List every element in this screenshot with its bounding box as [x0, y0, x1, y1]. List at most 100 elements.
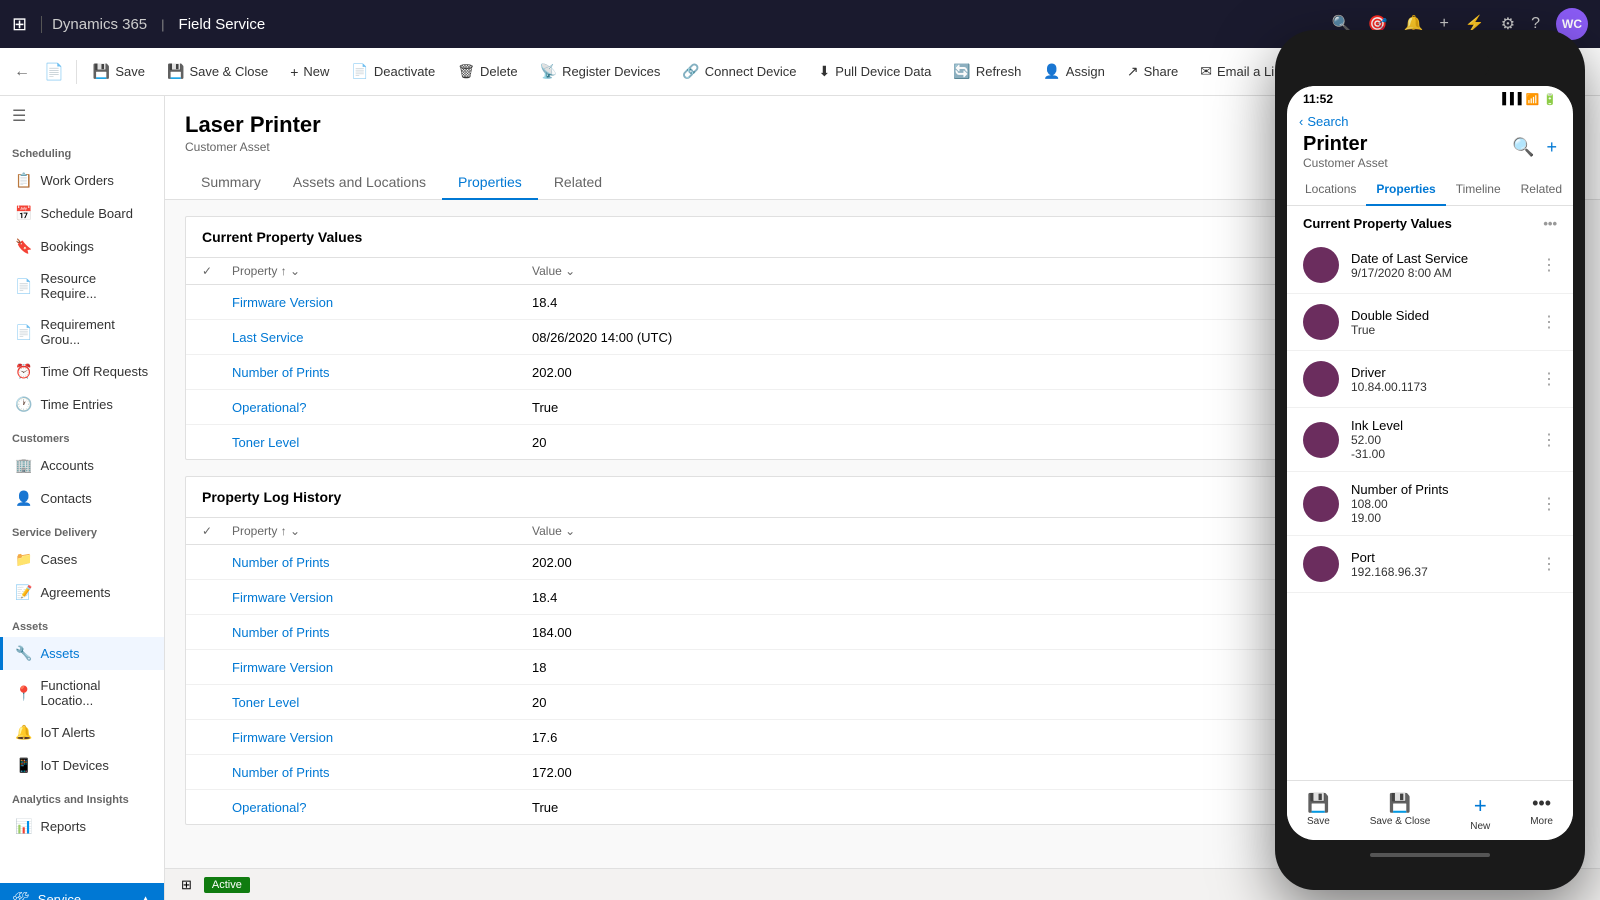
deactivate-button[interactable]: 📄 Deactivate: [341, 57, 445, 86]
phone-save-button[interactable]: 💾 Save: [1297, 789, 1340, 836]
sidebar-item-bookings[interactable]: 🔖Bookings: [0, 230, 164, 263]
sidebar-item-iot-devices[interactable]: 📱IoT Devices: [0, 749, 164, 782]
phone-status-icons: ▐▐▐ 📶 🔋: [1498, 93, 1557, 106]
sidebar-item-time-off[interactable]: ⏰Time Off Requests: [0, 355, 164, 388]
time-off-icon: ⏰: [15, 363, 32, 380]
phone-home-bar: [1287, 840, 1573, 870]
phone-prop-menu-icon[interactable]: ⋮: [1541, 430, 1557, 450]
phone-prop-menu-icon[interactable]: ⋮: [1541, 494, 1557, 514]
log-firmware-2-value: 18: [532, 660, 1383, 675]
deactivate-icon: 📄: [351, 63, 368, 80]
phone-notch: [1370, 50, 1490, 78]
phone-prop-item: Driver 10.84.00.1173 ⋮: [1287, 351, 1573, 408]
log-num-prints-2-link[interactable]: Number of Prints: [232, 625, 532, 640]
phone-title: Printer: [1303, 133, 1388, 156]
save-close-button[interactable]: 💾 Save & Close: [157, 57, 278, 86]
phone-tab-locations[interactable]: Locations: [1295, 174, 1366, 206]
page-icon-button[interactable]: 📄: [38, 56, 70, 88]
firmware-version-link[interactable]: Firmware Version: [232, 295, 532, 310]
back-button[interactable]: ←: [8, 57, 36, 87]
separator: [76, 60, 77, 84]
log-num-prints-1-value: 202.00: [532, 555, 1383, 570]
sidebar-item-agreements[interactable]: 📝Agreements: [0, 576, 164, 609]
connect-device-button[interactable]: 🔗 Connect Device: [672, 57, 806, 86]
operational-link[interactable]: Operational?: [232, 400, 532, 415]
checkbox-col: ✓: [202, 264, 232, 278]
phone-add-icon[interactable]: +: [1546, 137, 1557, 158]
tab-assets-locations[interactable]: Assets and Locations: [277, 166, 442, 200]
phone-more-icon: •••: [1532, 793, 1551, 814]
phone-section-menu[interactable]: •••: [1543, 216, 1557, 231]
refresh-button[interactable]: 🔄 Refresh: [943, 57, 1031, 86]
phone-save-close-icon: 💾: [1389, 793, 1411, 814]
connect-icon: 🔗: [682, 63, 699, 80]
phone-prop-dot: [1303, 422, 1339, 458]
phone-status-bar: 11:52 ▐▐▐ 📶 🔋: [1287, 86, 1573, 110]
phone-tab-timeline[interactable]: Timeline: [1446, 174, 1511, 206]
phone-prop-menu-icon[interactable]: ⋮: [1541, 255, 1557, 275]
save-button[interactable]: 💾 Save: [83, 57, 155, 86]
log-toner-link[interactable]: Toner Level: [232, 695, 532, 710]
phone-search-icon[interactable]: 🔍: [1512, 137, 1534, 158]
last-service-link[interactable]: Last Service: [232, 330, 532, 345]
phone-prop-menu-icon[interactable]: ⋮: [1541, 554, 1557, 574]
tab-properties[interactable]: Properties: [442, 166, 538, 200]
log-value-col-header[interactable]: Value ⌄: [532, 524, 1383, 538]
phone-prop-dot: [1303, 304, 1339, 340]
sidebar-item-reports[interactable]: 📊Reports: [0, 810, 164, 843]
log-firmware-3-link[interactable]: Firmware Version: [232, 730, 532, 745]
toner-link[interactable]: Toner Level: [232, 435, 532, 450]
accounts-icon: 🏢: [15, 457, 32, 474]
assets-icon: 🔧: [15, 645, 32, 662]
delete-button[interactable]: 🗑 Delete: [447, 57, 527, 86]
phone-prop-item: Port 192.168.96.37 ⋮: [1287, 536, 1573, 593]
sidebar-item-assets[interactable]: 🔧Assets: [0, 637, 164, 670]
phone-prop-dot: [1303, 486, 1339, 522]
phone-prop-content: Port 192.168.96.37: [1351, 550, 1529, 579]
work-orders-icon: 📋: [15, 172, 32, 189]
waffle-icon[interactable]: ⊞: [12, 14, 27, 35]
sidebar-item-accounts[interactable]: 🏢Accounts: [0, 449, 164, 482]
log-num-prints-3-link[interactable]: Number of Prints: [232, 765, 532, 780]
share-icon: ↗: [1127, 63, 1139, 80]
log-firmware-2-link[interactable]: Firmware Version: [232, 660, 532, 675]
phone-prop-menu-icon[interactable]: ⋮: [1541, 312, 1557, 332]
log-property-col-header[interactable]: Property ↑ ⌄: [232, 524, 532, 538]
phone-tab-properties[interactable]: Properties: [1366, 174, 1445, 206]
phone-more-button[interactable]: ••• More: [1520, 789, 1563, 836]
sidebar-item-cases[interactable]: 📁Cases: [0, 543, 164, 576]
value-col-header[interactable]: Value ⌄: [532, 264, 1383, 278]
property-col-header[interactable]: Property ↑ ⌄: [232, 264, 532, 278]
sidebar-item-schedule-board[interactable]: 📅Schedule Board: [0, 197, 164, 230]
tab-summary[interactable]: Summary: [185, 166, 277, 200]
sidebar-hamburger[interactable]: ☰: [0, 96, 164, 136]
sidebar-item-iot-alerts[interactable]: 🔔IoT Alerts: [0, 716, 164, 749]
sidebar-item-functional-locations[interactable]: 📍Functional Locatio...: [0, 670, 164, 716]
sidebar-item-resource-require[interactable]: 📄Resource Require...: [0, 263, 164, 309]
tab-related[interactable]: Related: [538, 166, 618, 200]
sidebar-item-work-orders[interactable]: 📋Work Orders: [0, 164, 164, 197]
delete-icon: 🗑: [457, 63, 475, 80]
log-operational-link[interactable]: Operational?: [232, 800, 532, 815]
log-firmware-1-link[interactable]: Firmware Version: [232, 590, 532, 605]
phone-tab-related[interactable]: Related: [1511, 174, 1572, 206]
register-devices-button[interactable]: 📡 Register Devices: [530, 57, 671, 86]
sidebar-bottom-service[interactable]: 🛠 Service ▲: [0, 883, 164, 900]
log-num-prints-1-link[interactable]: Number of Prints: [232, 555, 532, 570]
phone-prop-val2: 19.00: [1351, 511, 1529, 525]
assign-button[interactable]: 👤 Assign: [1033, 57, 1114, 86]
phone-prop-menu-icon[interactable]: ⋮: [1541, 369, 1557, 389]
sidebar-item-contacts[interactable]: 👤Contacts: [0, 482, 164, 515]
phone-new-button[interactable]: + New: [1460, 789, 1500, 836]
share-button[interactable]: ↗ Share: [1117, 57, 1188, 86]
phone-prop-dot: [1303, 247, 1339, 283]
sidebar-item-time-entries[interactable]: 🕐Time Entries: [0, 388, 164, 421]
save-icon: 💾: [93, 63, 110, 80]
pull-device-button[interactable]: ⬇ Pull Device Data: [809, 57, 942, 86]
phone-back-button[interactable]: ‹ Search: [1287, 110, 1573, 133]
sidebar-item-requirement-group[interactable]: 📄Requirement Grou...: [0, 309, 164, 355]
phone-save-close-button[interactable]: 💾 Save & Close: [1360, 789, 1441, 836]
num-prints-link[interactable]: Number of Prints: [232, 365, 532, 380]
phone-prop-name: Double Sided: [1351, 308, 1529, 323]
new-button[interactable]: + New: [280, 58, 339, 86]
